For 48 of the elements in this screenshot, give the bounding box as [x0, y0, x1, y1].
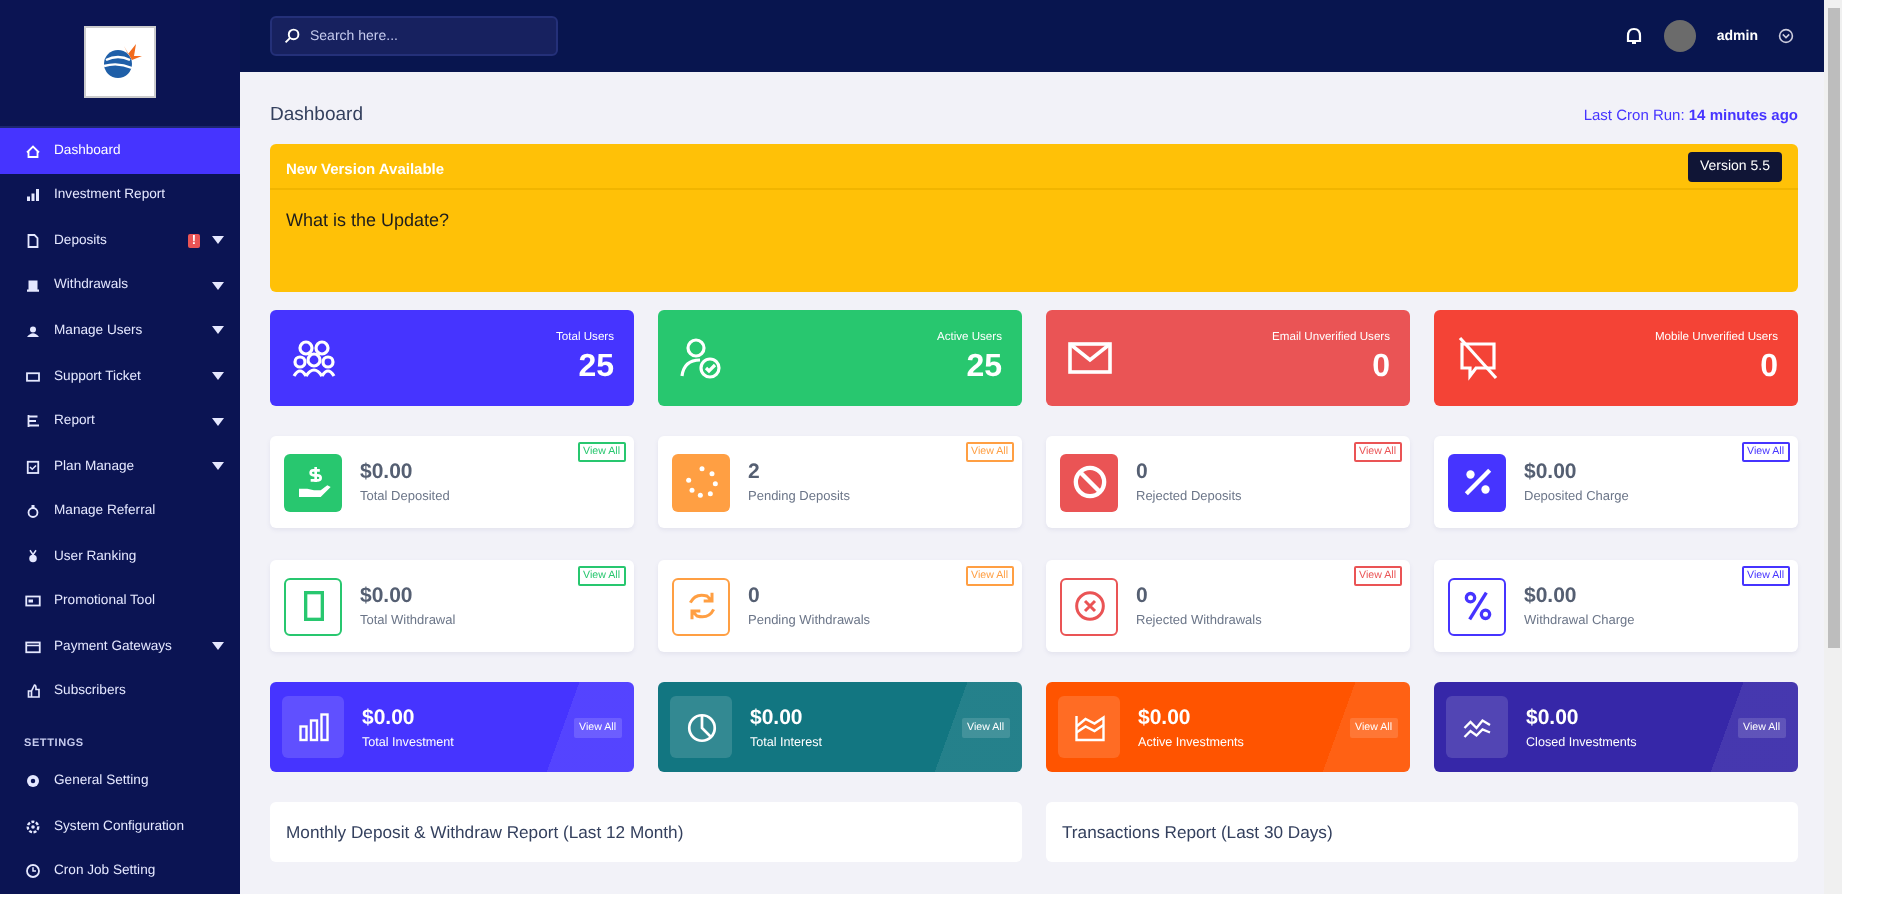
investment-value: $0.00 [1138, 705, 1193, 729]
menu-item-icon [24, 186, 42, 205]
stat-icon [678, 334, 726, 382]
notification-bell-icon[interactable] [1624, 26, 1645, 46]
widget-value: $0.00 [1524, 460, 1579, 484]
menu-item-icon [24, 772, 42, 791]
menu-item-icon [24, 457, 42, 476]
investment-icon [1058, 696, 1120, 758]
widget-value: 2 [748, 460, 762, 484]
scrollbar[interactable] [1824, 0, 1842, 894]
page-title: Dashboard [270, 103, 363, 125]
menu-item-icon [24, 141, 42, 160]
menu-item-icon [24, 682, 42, 701]
update-question: What is the Update? [284, 208, 452, 234]
widget-value: 0 [748, 584, 762, 608]
investment-value: $0.00 [750, 705, 805, 729]
stat-value: 0 [1760, 349, 1778, 385]
stat-value: 25 [578, 349, 614, 385]
investment-icon [670, 696, 732, 758]
stat-icon [290, 334, 338, 382]
stat-value: 0 [1372, 349, 1390, 385]
widget-value: $0.00 [360, 460, 415, 484]
dropdown-icon[interactable] [1778, 28, 1794, 44]
menu-item-icon [24, 862, 42, 881]
investment-icon [282, 696, 344, 758]
menu-item-icon [24, 412, 42, 431]
widget-value: 0 [1136, 584, 1150, 608]
investment-icon [1446, 696, 1508, 758]
avatar[interactable] [1664, 20, 1697, 52]
investment-value: $0.00 [1526, 705, 1581, 729]
menu-item-icon [24, 592, 42, 611]
menu-item-icon [24, 502, 42, 521]
menu-item-icon [24, 547, 42, 566]
investment-value: $0.00 [362, 705, 417, 729]
menu-item-icon [24, 231, 42, 250]
widget-value: 0 [1136, 460, 1150, 484]
stat-value: 25 [966, 349, 1002, 385]
menu-item-icon [24, 321, 42, 340]
stat-icon [1454, 334, 1502, 382]
report-card-title: Monthly Deposit & Withdraw Report (Last 12 Month) [270, 802, 1022, 862]
report-card-title: Transactions Report (Last 30 Days) [1046, 802, 1798, 862]
menu-item-icon [24, 367, 42, 386]
menu-item-icon [24, 276, 42, 295]
widget-value: $0.00 [1524, 584, 1579, 608]
menu-item-icon [24, 637, 42, 656]
menu-item-icon [24, 817, 42, 836]
logo[interactable] [84, 26, 156, 99]
widget-value: $0.00 [360, 584, 415, 608]
